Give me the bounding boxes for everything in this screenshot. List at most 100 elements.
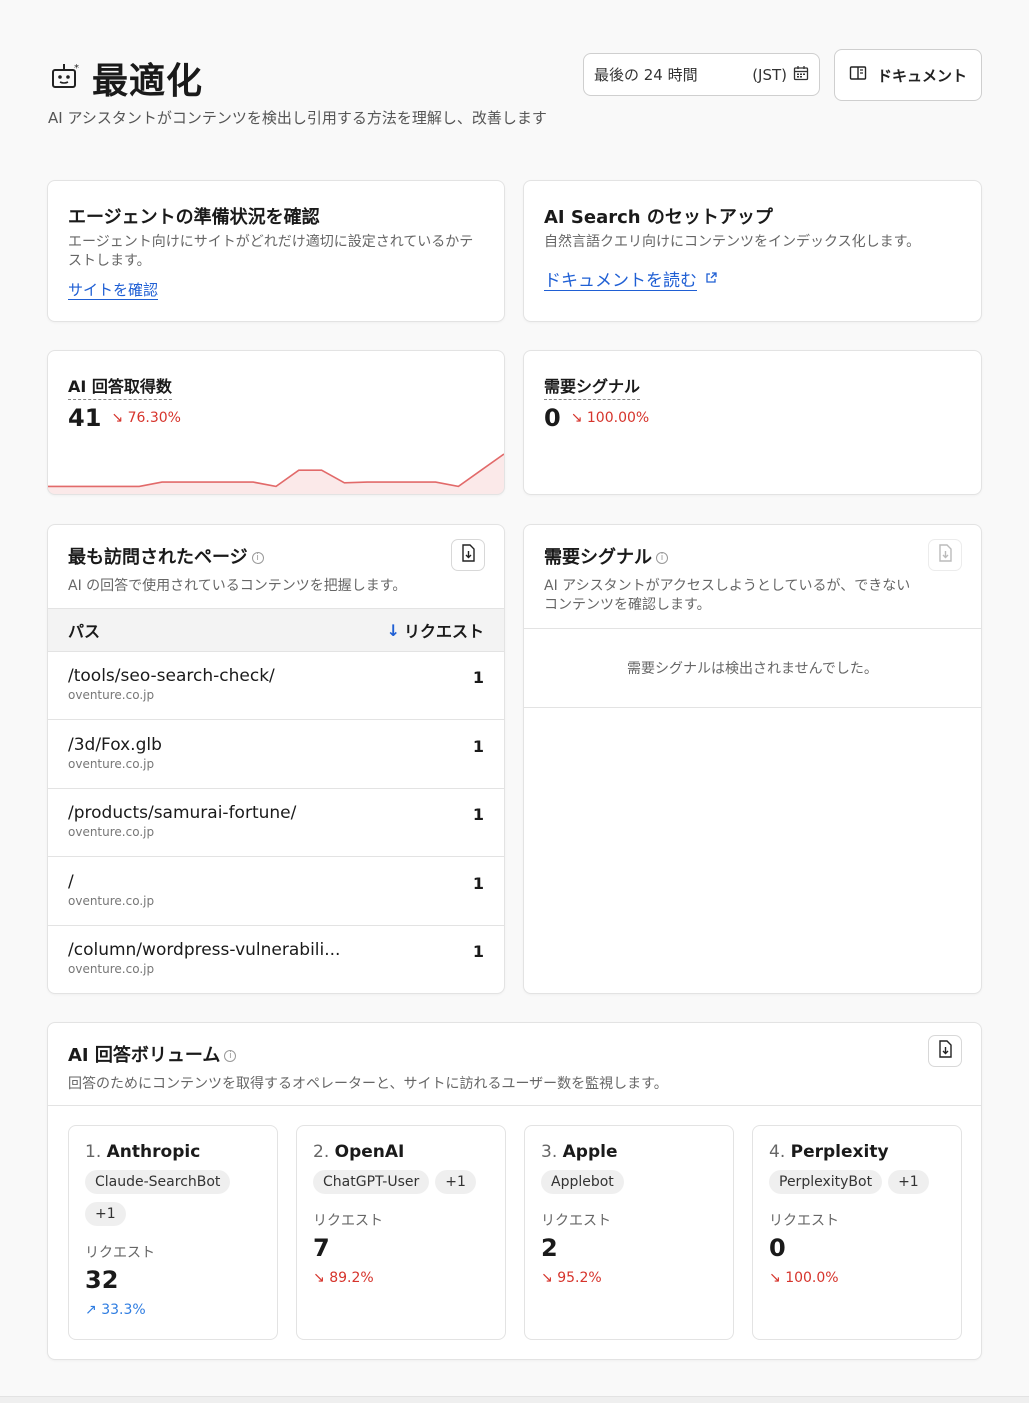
row-count: 1 [472, 668, 484, 687]
operator-chips: ChatGPT-User +1 [313, 1162, 489, 1194]
ai-search-card: AI Search のセットアップ 自然言語クエリ向けにコンテンツをインデックス… [523, 180, 982, 322]
operator-request-label: リクエスト [85, 1245, 155, 1261]
svg-text:*: * [74, 63, 79, 74]
export-button[interactable] [451, 539, 485, 571]
demand-signal-metric-card: 需要シグナル 0 ↘ 100.00% [523, 350, 982, 495]
operator-request-label: リクエスト [541, 1213, 611, 1229]
operator-delta: ↘ 89.2% [313, 1270, 374, 1286]
operator-chips: Applebot [541, 1162, 717, 1194]
ai-answers-sparkline [48, 453, 504, 494]
sort-down-icon: ↓ [386, 620, 400, 640]
operator-delta: ↗ 33.3% [85, 1302, 146, 1318]
operator-delta: ↘ 100.0% [769, 1270, 839, 1286]
operator-card: 3. Apple Applebot リクエスト 2 ↘ 95.2% [524, 1125, 734, 1340]
operator-request-value: 0 [769, 1234, 786, 1262]
operator-chip: Applebot [541, 1170, 624, 1194]
row-path: /column/wordpress-vulnerabili... [68, 940, 341, 960]
row-path: /products/samurai-fortune/ [68, 803, 297, 823]
row-count: 1 [472, 805, 484, 824]
operator-chip[interactable]: +1 [85, 1202, 126, 1226]
page-header: * 最適化 [50, 52, 203, 104]
row-path: /3d/Fox.glb [68, 734, 162, 755]
trend-up-icon: ↗ [85, 1302, 97, 1318]
ai-answers-delta: ↘ 76.30% [111, 410, 181, 426]
row-count: 1 [472, 736, 484, 756]
trend-down-icon: ↘ [769, 1270, 781, 1286]
trend-down-icon: ↘ [313, 1270, 325, 1286]
calendar-icon [793, 65, 809, 85]
operator-request-label: リクエスト [313, 1213, 383, 1229]
operator-name: 4. Perplexity [769, 1142, 889, 1162]
book-icon [849, 65, 867, 85]
operator-chip: PerplexityBot [769, 1170, 883, 1194]
column-requests-sort[interactable]: ↓ リクエスト [387, 618, 484, 642]
ai-answers-label: AI 回答取得数 [68, 373, 172, 400]
row-path: /tools/seo-search-check/ [68, 666, 275, 686]
volume-title: AI 回答ボリューム i [68, 1041, 668, 1067]
demand-signal-panel-title: 需要シグナル i [544, 543, 921, 569]
operator-chip: ChatGPT-User [313, 1170, 430, 1194]
agent-readiness-card: エージェントの準備状況を確認 エージェント向けにサイトがどれだけ適切に設定されて… [47, 180, 505, 322]
demand-signal-label: 需要シグナル [544, 373, 641, 400]
top-pages-card: 最も訪問されたページ i AI の回答で使用されているコンテンツを把握します。 パ… [47, 524, 505, 994]
time-range-label: 最後の 24 時間 [594, 66, 698, 84]
table-row[interactable]: /products/samurai-fortune/oventure.co.jp… [48, 789, 504, 857]
download-file-icon [937, 1040, 953, 1062]
demand-signal-panel-desc: AI アシスタントがアクセスしようとしているが、できないコンテンツを確認します。 [544, 578, 911, 613]
documentation-button[interactable]: ドキュメント [834, 49, 982, 101]
operator-request-label: リクエスト [769, 1213, 839, 1229]
table-row[interactable]: / oventure.co.jp 1 [48, 858, 504, 926]
ai-answers-value: 41 [68, 404, 102, 432]
robot-icon: * [50, 61, 82, 95]
time-range-select[interactable]: 最後の 24 時間 (JST) [583, 53, 820, 96]
operator-chip[interactable]: +1 [888, 1170, 929, 1194]
operator-request-value: 2 [541, 1234, 558, 1262]
info-icon[interactable]: i [656, 552, 668, 564]
row-domain: oventure.co.jp [68, 825, 155, 839]
page-subtitle: AI アシスタントがコンテンツを検出し引用する方法を理解し、改善します [48, 109, 547, 127]
volume-desc: 回答のためにコンテンツを取得するオペレーターと、サイトに訪れるユーザー数を監視し… [68, 1076, 668, 1092]
row-domain: oventure.co.jp [68, 688, 155, 702]
agent-readiness-desc: エージェント向けにサイトがどれだけ適切に設定されているかテストします。 [68, 234, 474, 269]
demand-signal-delta: ↘ 100.00% [570, 410, 650, 426]
operator-request-value: 7 [313, 1234, 330, 1262]
table-row[interactable]: /3d/Fox.glb oventure.co.jp 1 [48, 721, 504, 789]
ai-answers-metric-card: AI 回答取得数 41 ↘ 76.30% [47, 350, 505, 495]
table-row[interactable]: /tools/seo-search-check/oventure.co.jp 1 [48, 652, 504, 720]
download-file-icon [937, 544, 953, 566]
download-file-icon [460, 544, 476, 566]
operator-name: 2. OpenAI [313, 1142, 405, 1162]
ai-answer-volume-card: AI 回答ボリューム i 回答のためにコンテンツを取得するオペレーターと、サイトに… [47, 1022, 982, 1360]
ai-search-title: AI Search のセットアップ [544, 207, 773, 228]
row-domain: oventure.co.jp [68, 893, 155, 908]
trend-down-icon: ↘ [570, 410, 583, 426]
table-row[interactable]: /column/wordpress-vulnerabili... oventure… [48, 926, 504, 993]
timezone-label: (JST) [752, 65, 787, 84]
read-docs-link[interactable]: ドキュメントを読む [544, 266, 697, 291]
operator-delta: ↘ 95.2% [541, 1270, 602, 1286]
operator-chips: PerplexityBot +1 [769, 1162, 945, 1194]
info-icon[interactable]: i [251, 552, 264, 564]
ai-search-desc: 自然言語クエリ向けにコンテンツをインデックス化します。 [544, 234, 921, 250]
row-count: 1 [472, 873, 484, 893]
operator-chip[interactable]: +1 [435, 1170, 476, 1194]
trend-down-icon: ↘ [111, 410, 124, 426]
check-site-link[interactable]: サイトを確認 [68, 279, 158, 300]
operator-chip: Claude-SearchBot [85, 1170, 231, 1194]
operator-request-value: 32 [85, 1266, 119, 1294]
demand-signal-card: 需要シグナル i AI アシスタントがアクセスしようとしているが、できないコンテン… [523, 524, 982, 994]
sparkline-area [48, 454, 504, 494]
info-icon[interactable]: i [224, 1050, 237, 1062]
top-pages-desc: AI の回答で使用されているコンテンツを把握します。 [68, 578, 407, 594]
operator-card: 4. Perplexity PerplexityBot +1 リクエスト 0 ↘ 100.… [752, 1125, 962, 1340]
operator-card: 2. OpenAI ChatGPT-User +1 リクエスト 7 ↘ 89.2% [296, 1125, 506, 1340]
demand-signal-value: 0 [544, 404, 561, 432]
column-path: パス [68, 622, 101, 641]
operator-chips: Claude-SearchBot +1 [85, 1162, 261, 1226]
documentation-label: ドキュメント [876, 66, 967, 85]
row-count: 1 [472, 942, 484, 961]
row-domain: oventure.co.jp [68, 962, 155, 976]
operator-card: 1. Anthropic Claude-SearchBot +1 リクエスト 32 ↗ 3… [68, 1125, 278, 1340]
operator-name: 3. Apple [541, 1142, 618, 1162]
export-button[interactable] [928, 1035, 962, 1067]
